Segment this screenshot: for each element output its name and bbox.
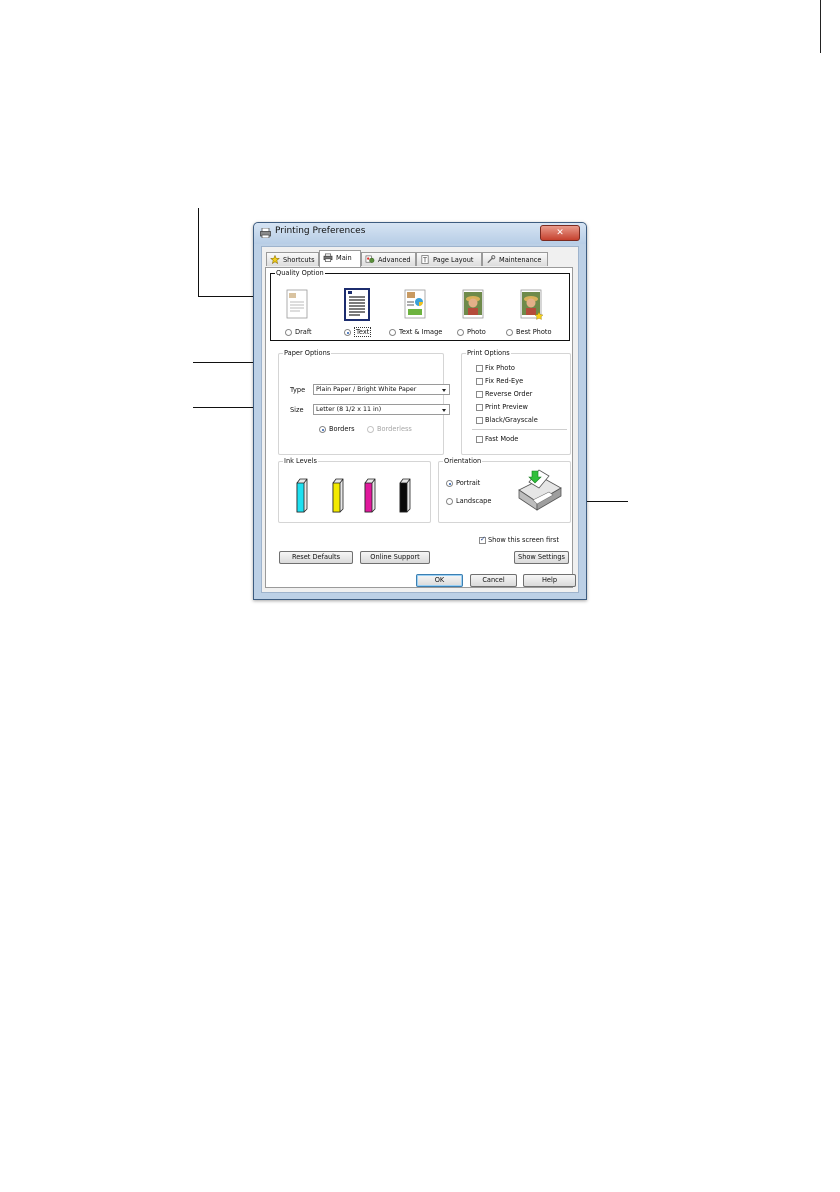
tab-advanced[interactable]: Advanced [361, 252, 416, 266]
advanced-icon [365, 255, 375, 263]
text-image-quality-icon [404, 289, 426, 319]
fix-photo-checkbox[interactable] [476, 365, 483, 372]
fast-mode-checkbox[interactable] [476, 436, 483, 443]
paper-size-value: Letter (8 1/2 x 11 in) [316, 406, 382, 413]
quality-option-group: Quality Option Draft Text Text & Image P… [270, 269, 570, 341]
fix-red-eye-label: Fix Red-Eye [485, 377, 524, 385]
callout-quality-vertical [198, 208, 199, 296]
close-button[interactable]: ✕ [540, 225, 580, 241]
text-image-radio[interactable] [389, 329, 396, 336]
photo-radio[interactable] [457, 329, 464, 336]
star-icon [270, 255, 280, 264]
tab-maintenance[interactable]: Maintenance [482, 252, 548, 266]
quality-option-title: Quality Option [275, 269, 325, 277]
tab-page-layout[interactable]: Page Layout [416, 252, 482, 266]
cyan-ink-icon [296, 478, 308, 513]
chevron-down-icon [442, 389, 446, 392]
paper-type-select[interactable]: Plain Paper / Bright White Paper [313, 384, 450, 395]
magenta-ink-icon [364, 478, 376, 513]
paper-options-group: Paper Options Type Plain Paper / Bright … [278, 349, 450, 455]
cancel-button[interactable]: Cancel [470, 574, 517, 587]
print-options-divider [472, 429, 567, 430]
main-tab-page: Quality Option Draft Text Text & Image P… [265, 267, 573, 588]
show-screen-first-checkbox[interactable] [479, 535, 486, 544]
printer-icon [323, 253, 333, 262]
best-photo-quality-icon [520, 289, 544, 320]
fast-mode-label: Fast Mode [485, 435, 519, 443]
fix-photo-label: Fix Photo [485, 364, 515, 372]
draft-label: Draft [295, 328, 312, 336]
paper-options-title: Paper Options [283, 349, 332, 357]
ink-levels-group: Ink Levels [278, 457, 431, 523]
chevron-down-icon [442, 409, 446, 412]
borders-label: Borders [329, 425, 355, 433]
printer-orientation-icon [518, 469, 562, 511]
draft-quality-icon [286, 289, 308, 319]
photo-label: Photo [467, 328, 486, 336]
dialog-client-area: Shortcuts Main Advanced Page Layout Main… [261, 246, 579, 593]
text-image-label: Text & Image [399, 328, 443, 336]
printer-title-icon [260, 228, 271, 238]
borders-radio[interactable] [319, 426, 326, 433]
ink-levels-title: Ink Levels [283, 457, 318, 465]
title-bar[interactable]: Printing Preferences ✕ [254, 223, 586, 244]
reverse-order-label: Reverse Order [485, 390, 533, 398]
text-label: Text [354, 327, 372, 337]
reset-defaults-button[interactable]: Reset Defaults [279, 551, 353, 564]
black-grayscale-label: Black/Grayscale [485, 416, 538, 424]
reverse-order-checkbox[interactable] [476, 391, 483, 398]
size-label: Size [290, 406, 304, 414]
page-margin-rule [820, 0, 821, 53]
borderless-label: Borderless [377, 425, 412, 433]
help-button[interactable]: Help [523, 574, 576, 587]
page-layout-icon [421, 255, 429, 264]
print-preview-label: Print Preview [485, 403, 528, 411]
tab-shortcuts[interactable]: Shortcuts [266, 252, 319, 266]
online-support-button[interactable]: Online Support [360, 551, 430, 564]
paper-type-value: Plain Paper / Bright White Paper [316, 386, 417, 393]
fix-red-eye-checkbox[interactable] [476, 378, 483, 385]
wrench-icon [487, 255, 496, 264]
draft-radio[interactable] [285, 329, 292, 336]
best-photo-label: Best Photo [516, 328, 552, 336]
type-label: Type [290, 386, 306, 394]
landscape-radio[interactable] [446, 498, 453, 505]
print-options-group: Print Options Fix Photo Fix Red-Eye Reve… [461, 349, 571, 455]
portrait-label: Portrait [456, 479, 481, 487]
orientation-title: Orientation [443, 457, 483, 465]
close-icon: ✕ [556, 228, 564, 238]
orientation-group: Orientation Portrait Landscape [438, 457, 571, 523]
photo-quality-icon [462, 289, 484, 319]
black-ink-icon [399, 478, 411, 513]
print-preview-checkbox[interactable] [476, 404, 483, 411]
borderless-radio[interactable] [367, 426, 374, 433]
landscape-label: Landscape [456, 497, 492, 505]
black-grayscale-checkbox[interactable] [476, 417, 483, 424]
ok-button[interactable]: OK [416, 574, 463, 587]
window-title: Printing Preferences [275, 226, 366, 236]
paper-size-select[interactable]: Letter (8 1/2 x 11 in) [313, 404, 450, 415]
text-radio[interactable] [344, 329, 351, 336]
portrait-radio[interactable] [446, 480, 453, 487]
text-quality-icon [344, 288, 370, 321]
print-options-title: Print Options [466, 349, 511, 357]
show-screen-first-label: Show this screen first [488, 536, 559, 544]
yellow-ink-icon [332, 478, 344, 513]
best-photo-radio[interactable] [506, 329, 513, 336]
tab-main[interactable]: Main [319, 250, 361, 267]
printing-preferences-window: Printing Preferences ✕ Shortcuts Main Ad… [253, 222, 587, 600]
show-settings-button[interactable]: Show Settings [514, 551, 569, 564]
